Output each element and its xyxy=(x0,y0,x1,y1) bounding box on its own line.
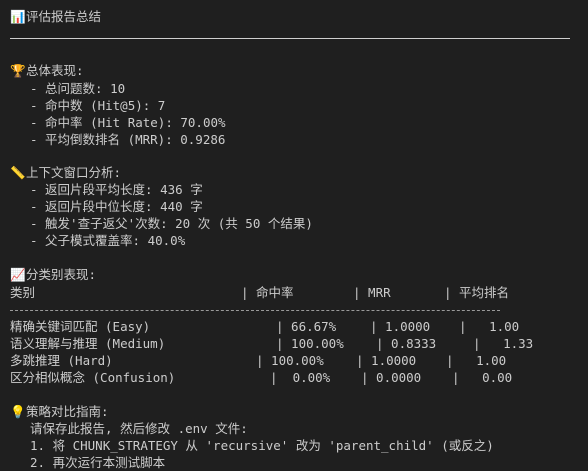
report-title: 评估报告总结 xyxy=(26,9,102,24)
table-cell-hit-rate: | 0.00% xyxy=(270,370,331,385)
report-header: 📊评估报告总结 xyxy=(10,8,101,25)
table-cell-mrr: | 1.0000 xyxy=(370,319,431,334)
table-cell-mrr: | 1.0000 xyxy=(356,353,417,368)
table-cell-hit-rate: | 66.67% xyxy=(276,319,337,334)
guide-item: 请保存此报告, 然后修改 .env 文件: xyxy=(30,421,248,436)
table-header-mrr: | MRR xyxy=(353,285,391,300)
table-cell-hit-rate: | 100.00% xyxy=(256,353,324,368)
table-cell-category: 区分相似概念 (Confusion) xyxy=(10,370,176,385)
overall-item: - 命中率 (Hit Rate): 70.00% xyxy=(30,115,226,130)
table-separator xyxy=(10,310,500,311)
trophy-icon: 🏆 xyxy=(10,63,26,78)
table-header-category: 类别 xyxy=(10,285,36,300)
chart-up-icon: 📈 xyxy=(10,267,26,282)
context-title: 上下文窗口分析: xyxy=(26,165,122,180)
guide-heading: 💡策略对比指南: xyxy=(10,403,109,420)
category-title: 分类别表现: xyxy=(26,267,97,282)
table-cell-avg-rank: | 1.33 xyxy=(473,336,534,351)
overall-item: - 命中数 (Hit@5): 7 xyxy=(30,98,166,113)
table-cell-category: 精确关键词匹配 (Easy) xyxy=(10,319,151,334)
bar-chart-icon: 📊 xyxy=(10,9,26,24)
terminal-output: 📊评估报告总结 🏆总体表现: - 总问题数: 10 - 命中数 (Hit@5):… xyxy=(0,0,588,470)
table-header-hit-rate: | 命中率 xyxy=(241,285,294,300)
context-item: - 父子模式覆盖率: 40.0% xyxy=(30,233,186,248)
table-cell-mrr: | 0.0000 xyxy=(361,370,422,385)
table-cell-category: 多跳推理 (Hard) xyxy=(10,353,113,368)
table-cell-category: 语义理解与推理 (Medium) xyxy=(10,336,166,351)
context-item: - 触发'查子返父'次数: 20 次 (共 50 个结果) xyxy=(30,216,313,231)
guide-item: 2. 再次运行本测试脚本 xyxy=(30,455,166,470)
table-cell-avg-rank: | 0.00 xyxy=(452,370,513,385)
overall-item: - 平均倒数排名 (MRR): 0.9286 xyxy=(30,132,226,147)
guide-title: 策略对比指南: xyxy=(26,404,109,419)
table-cell-avg-rank: | 1.00 xyxy=(446,353,507,368)
context-item: - 返回片段平均长度: 436 字 xyxy=(30,182,203,197)
table-header-avg-rank: | 平均排名 xyxy=(444,285,510,300)
context-heading: 📏上下文窗口分析: xyxy=(10,164,121,181)
ruler-icon: 📏 xyxy=(10,165,26,180)
header-separator xyxy=(10,38,570,39)
table-cell-hit-rate: | 100.00% xyxy=(276,336,344,351)
overall-item: - 总问题数: 10 xyxy=(30,81,126,96)
lightbulb-icon: 💡 xyxy=(10,404,26,419)
table-cell-mrr: | 0.8333 xyxy=(376,336,437,351)
context-item: - 返回片段中位长度: 440 字 xyxy=(30,199,203,214)
table-cell-avg-rank: | 1.00 xyxy=(459,319,520,334)
overall-heading: 🏆总体表现: xyxy=(10,62,84,79)
category-heading: 📈分类别表现: xyxy=(10,266,96,283)
guide-item: 1. 将 CHUNK_STRATEGY 从 'recursive' 改为 'pa… xyxy=(30,438,494,453)
overall-title: 总体表现: xyxy=(26,63,84,78)
